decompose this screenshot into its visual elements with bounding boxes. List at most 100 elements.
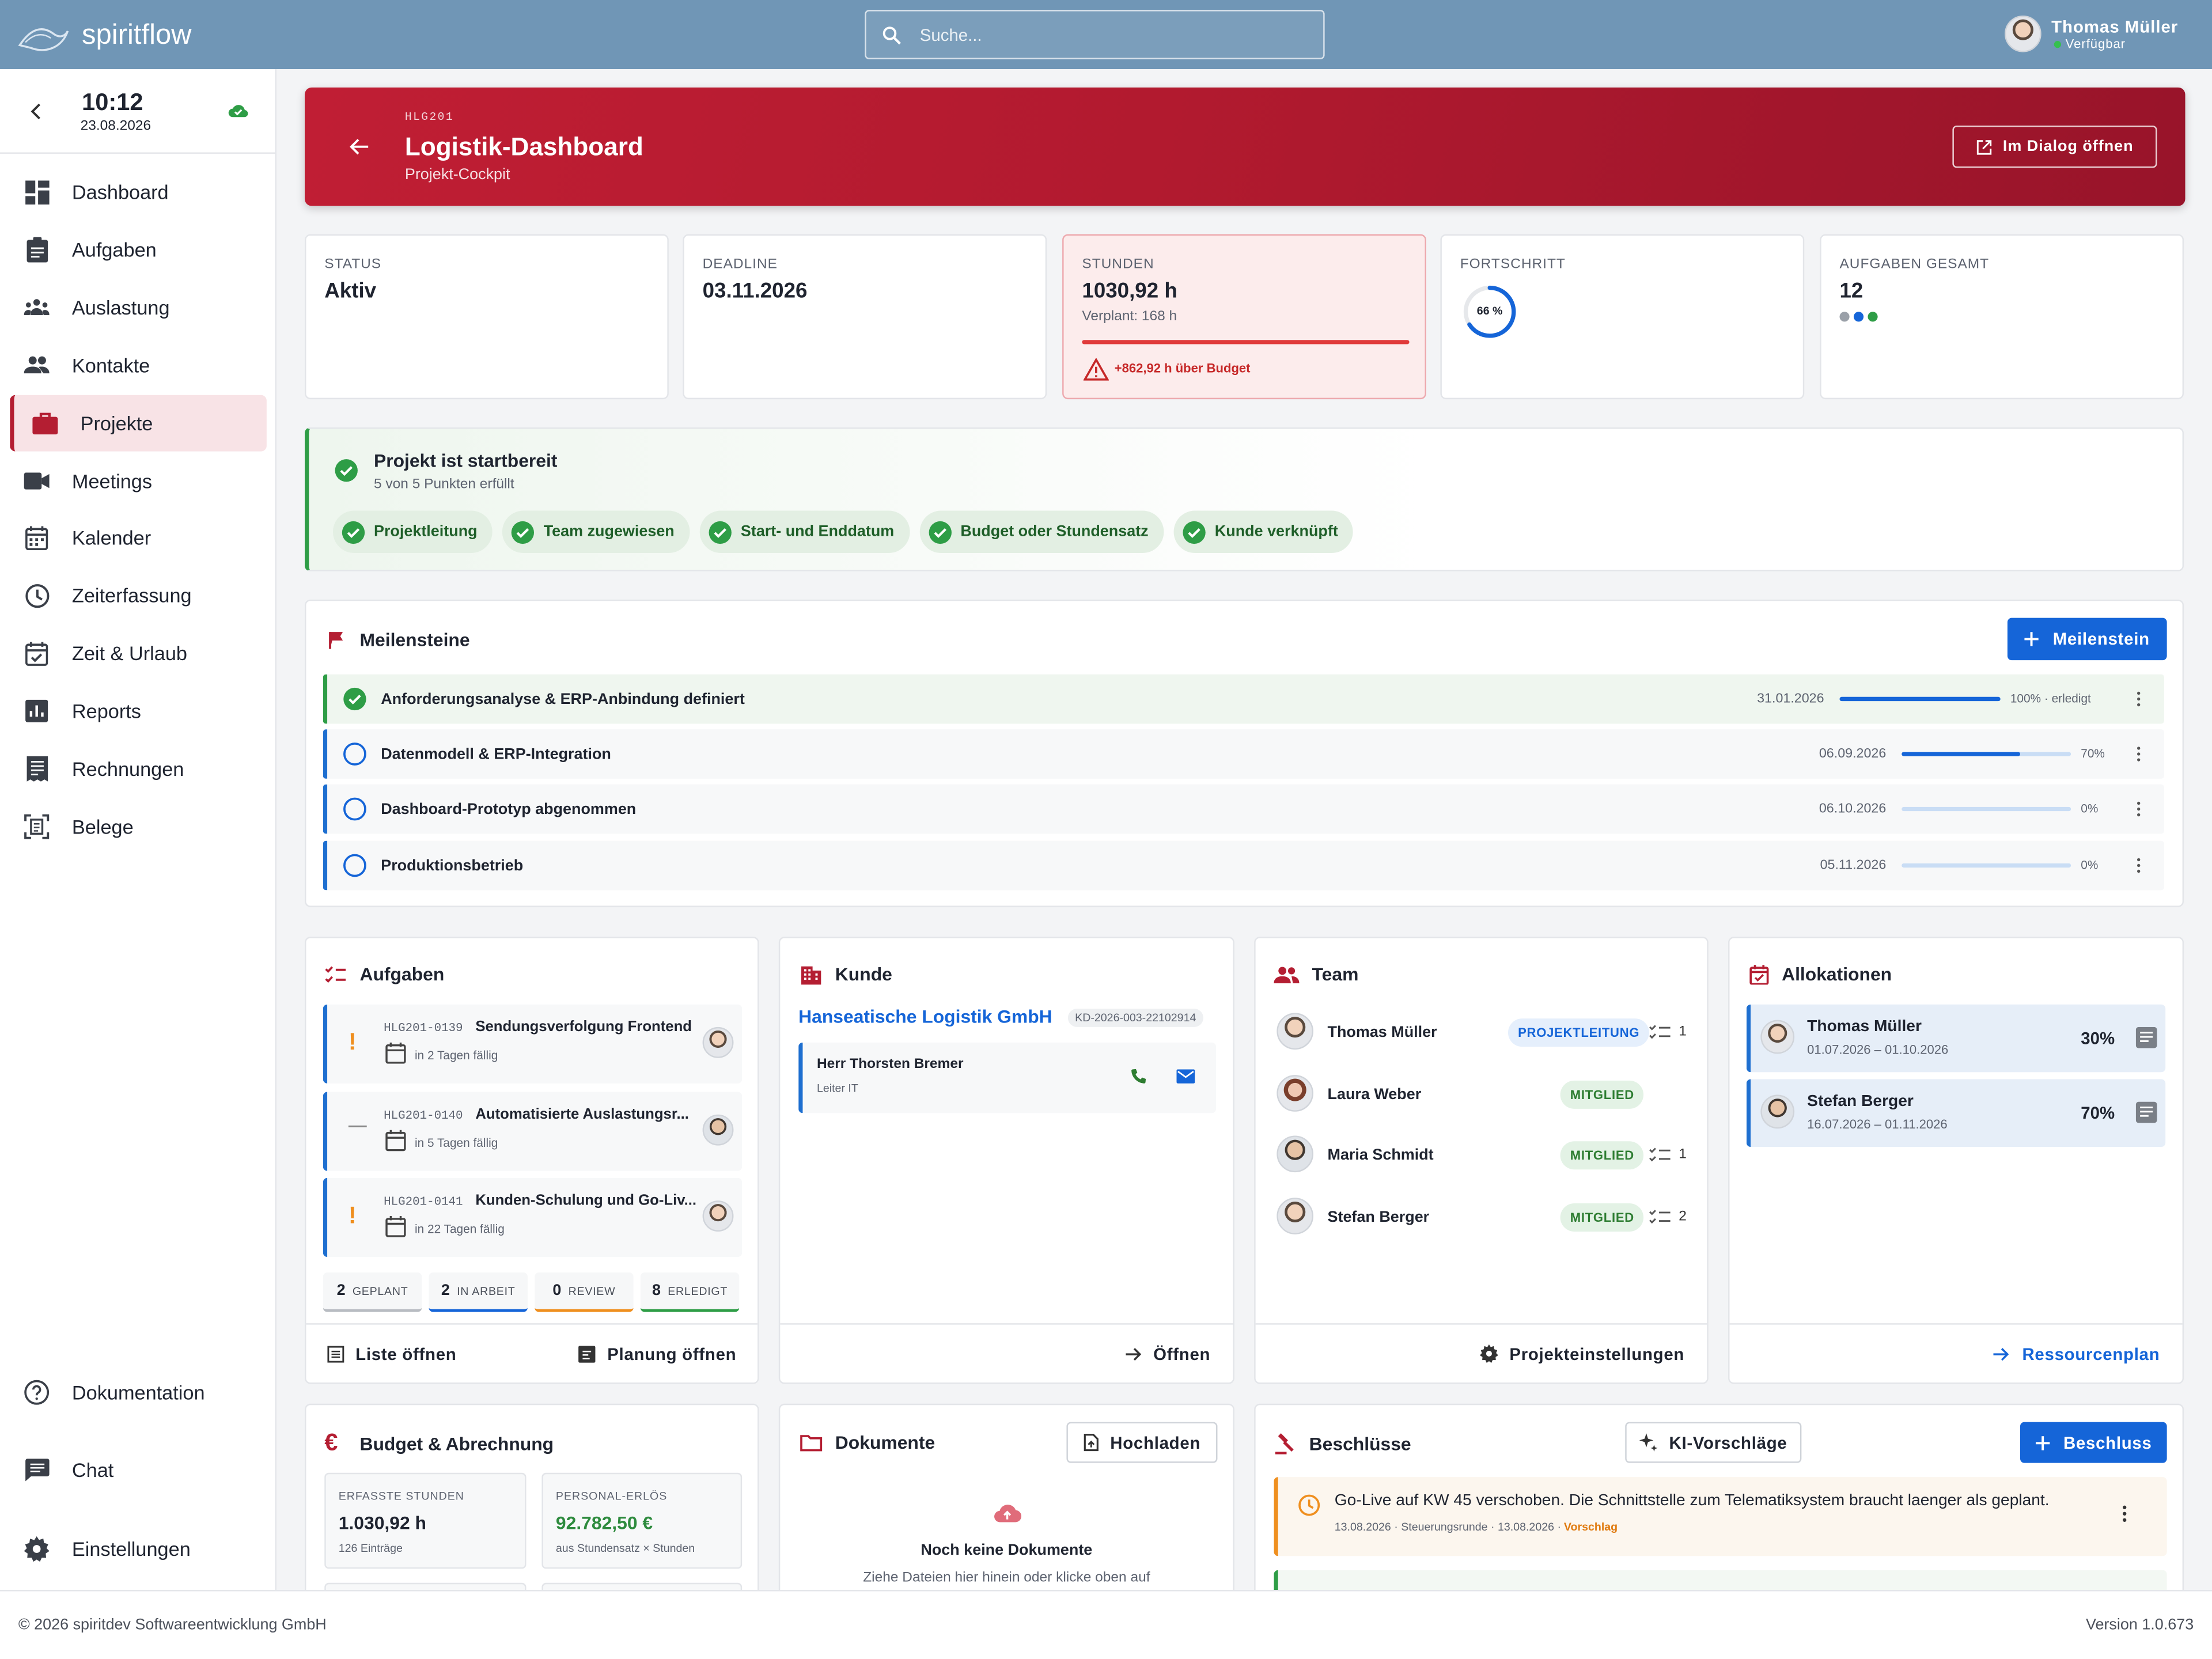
team-member-row[interactable]: Laura Weber MITGLIED	[1274, 1071, 1691, 1116]
sidebar-item-meetings[interactable]: Meetings	[10, 452, 267, 509]
circle-outline-icon[interactable]	[343, 798, 367, 822]
milestone-row[interactable]: Datenmodell & ERP-Integration 06.09.2026 7…	[323, 729, 2164, 779]
member-avatar	[1277, 1013, 1314, 1050]
upload-button[interactable]: Hochladen	[1066, 1422, 1218, 1463]
check-circle-icon[interactable]	[343, 687, 367, 711]
email-icon[interactable]	[1176, 1069, 1195, 1084]
task-row[interactable]: — HLG201-0140 Automatisierte Auslastungsr.…	[323, 1091, 743, 1171]
stat-count: 0	[552, 1282, 562, 1300]
project-settings-button[interactable]: Projekteinstellungen	[1479, 1344, 1684, 1363]
member-task-count: 1	[1679, 1147, 1687, 1163]
milestone-percent: 0%	[2081, 801, 2099, 816]
more-vert-icon[interactable]	[2136, 691, 2142, 707]
sidebar-item-kontakte[interactable]: Kontakte	[10, 337, 267, 393]
resource-plan-label: Ressourcenplan	[2022, 1343, 2160, 1363]
sidebar-item-zeiterfassung[interactable]: Zeiterfassung	[10, 567, 267, 624]
customer-name-link[interactable]: Hanseatische Logistik GmbH	[798, 1006, 1052, 1027]
team-member-row[interactable]: Thomas Müller PROJEKTLEITUNG 1	[1274, 1010, 1691, 1055]
sidebar-item-zeit-urlaub[interactable]: Zeit & Urlaub	[10, 625, 267, 681]
task-stat-erledigt[interactable]: 8 ERLEDIGT	[640, 1272, 740, 1312]
contact-card[interactable]: Herr Thorsten Bremer Leiter IT	[798, 1042, 1217, 1113]
team-member-row[interactable]: Maria Schmidt MITGLIED 1	[1274, 1134, 1691, 1179]
user-menu[interactable]: Thomas Müller Verfügbar	[2005, 15, 2178, 52]
sidebar-item-label: Dokumentation	[71, 1381, 205, 1404]
task-row[interactable]: ! HLG201-0141 Kunden-Schulung und Go-Liv..…	[323, 1177, 743, 1257]
open-customer-button[interactable]: Öffnen	[1125, 1344, 1210, 1363]
user-status: Verfügbar	[2065, 36, 2126, 51]
allocation-row[interactable]: Thomas Müller 01.07.2026 – 01.10.2026 30%	[1746, 1004, 2166, 1073]
hours-over-bar	[1082, 340, 1410, 344]
sidebar-item-dashboard[interactable]: Dashboard	[10, 164, 267, 220]
milestone-row[interactable]: Produktionsbetrieb 05.11.2026 0%	[323, 840, 2164, 890]
open-list-label: Liste öffnen	[355, 1343, 457, 1363]
readiness-chip: Kunde verknüpft	[1173, 510, 1354, 554]
task-stat-in-arbeit[interactable]: 2 IN ARBEIT	[429, 1272, 528, 1312]
search-input[interactable]	[919, 24, 1272, 45]
allocation-row[interactable]: Stefan Berger 16.07.2026 – 01.11.2026 70%	[1746, 1078, 2166, 1147]
circle-outline-icon[interactable]	[343, 853, 367, 877]
allocation-name: Stefan Berger	[1807, 1092, 1914, 1110]
decision-item[interactable]: Go-Live auf KW 45 verschoben. Die Schnit…	[1274, 1477, 2167, 1556]
resource-plan-button[interactable]: Ressourcenplan	[1994, 1344, 2160, 1363]
empty-text: Ziehe Dateien hier hinein oder klicke ob…	[863, 1570, 1150, 1586]
task-stat-review[interactable]: 0 REVIEW	[535, 1272, 634, 1312]
notes-icon[interactable]	[2135, 1027, 2157, 1048]
arrow-right-icon	[1994, 1347, 2010, 1360]
tile-label: PERSONAL-ERLÖS	[555, 1490, 668, 1503]
kpi-progress: FORTSCHRITT 66 %	[1440, 234, 1805, 400]
progress-value: 66 %	[1476, 304, 1503, 318]
app-logo[interactable]: spiritflow	[17, 14, 192, 56]
member-role-badge: MITGLIED	[1560, 1142, 1645, 1171]
more-vert-icon[interactable]	[2136, 802, 2142, 817]
stat-count: 8	[652, 1282, 661, 1300]
sidebar-item-einstellungen[interactable]: Einstellungen	[10, 1521, 267, 1577]
planning-icon	[579, 1345, 596, 1362]
task-name: Automatisierte Auslastungsr...	[475, 1105, 689, 1123]
open-planning-button[interactable]: Planung öffnen	[579, 1344, 736, 1363]
tasks-title: Aufgaben	[359, 963, 445, 985]
sidebar-item-rechnungen[interactable]: Rechnungen	[10, 741, 267, 797]
sidebar-item-chat[interactable]: Chat	[10, 1442, 267, 1498]
chevron-left-icon[interactable]	[29, 103, 43, 120]
open-dialog-button[interactable]: Im Dialog öffnen	[1952, 125, 2157, 168]
add-milestone-button[interactable]: Meilenstein	[2007, 618, 2167, 661]
sidebar-item-dokumentation[interactable]: Dokumentation	[10, 1364, 267, 1421]
phone-icon[interactable]	[1130, 1068, 1147, 1085]
kpi-value: 03.11.2026	[702, 279, 808, 304]
sidebar-item-kalender[interactable]: Kalender	[10, 510, 267, 566]
sidebar-item-auslastung[interactable]: Auslastung	[10, 279, 267, 335]
kpi-deadline: DEADLINE 03.11.2026	[683, 234, 1047, 400]
circle-outline-icon[interactable]	[343, 743, 367, 767]
more-vert-icon[interactable]	[2136, 857, 2142, 873]
team-footer: Projekteinstellungen	[1255, 1323, 1707, 1382]
task-stat-geplant[interactable]: 2 GEPLANT	[323, 1272, 422, 1312]
open-list-button[interactable]: Liste öffnen	[327, 1344, 456, 1363]
milestone-row[interactable]: Dashboard-Prototyp abgenommen 06.10.2026 0…	[323, 785, 2164, 835]
sparkle-icon	[1639, 1433, 1658, 1452]
back-arrow-icon[interactable]	[350, 138, 369, 155]
customer-header: Kunde	[800, 964, 892, 984]
add-decision-button[interactable]: Beschluss	[2020, 1422, 2167, 1463]
sidebar-item-belege[interactable]: Belege	[10, 798, 267, 855]
task-row[interactable]: ! HLG201-0139 Sendungsverfolgung Frontend i…	[323, 1004, 743, 1084]
team-member-row[interactable]: Stefan Berger MITGLIED 2	[1274, 1195, 1691, 1240]
search-box[interactable]	[865, 10, 1325, 59]
kpi-status: STATUS Aktiv	[304, 234, 669, 400]
notes-icon[interactable]	[2135, 1101, 2157, 1123]
upload-file-icon	[1084, 1434, 1099, 1452]
sidebar-item-aufgaben[interactable]: Aufgaben	[10, 221, 267, 278]
checklist-icon	[325, 965, 346, 982]
milestone-date: 06.09.2026	[1819, 746, 1887, 762]
ai-suggestions-button[interactable]: KI-Vorschläge	[1625, 1422, 1802, 1463]
sidebar-item-reports[interactable]: Reports	[10, 683, 267, 740]
milestone-row[interactable]: Anforderungsanalyse & ERP-Anbindung defi…	[323, 674, 2164, 724]
more-vert-icon[interactable]	[2136, 747, 2142, 762]
readiness-chips: Projektleitung Team zugewiesen Start- und …	[332, 510, 1354, 554]
top-bar: spiritflow Thomas Müller Verfügbar	[0, 0, 2212, 70]
milestones-title: Meilensteine	[359, 629, 470, 650]
sidebar-item-projekte[interactable]: Projekte	[10, 394, 267, 451]
sidebar-item-label: Einstellungen	[71, 1537, 191, 1560]
decision-meta-row: 13.08.2026 · Steuerungsrunde · 13.08.202…	[1335, 1521, 1618, 1533]
more-vert-icon[interactable]	[2122, 1505, 2127, 1522]
check-circle-icon	[342, 520, 366, 544]
